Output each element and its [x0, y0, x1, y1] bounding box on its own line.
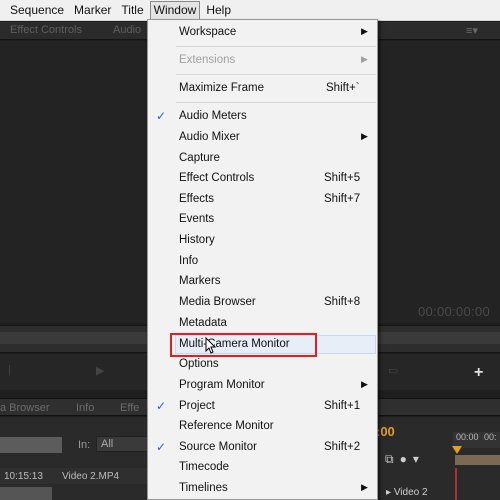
menu-item-audio-mixer[interactable]: Audio Mixer ▶ [148, 128, 377, 148]
menu-item-label: Extensions [179, 54, 236, 66]
menu-item-shortcut: Shift+7 [324, 193, 361, 205]
menu-item-markers[interactable]: Markers [148, 272, 377, 292]
monitor-timecode: 00:00:00:00 [418, 304, 490, 319]
chevron-right-icon: ▶ [361, 131, 368, 141]
work-area-bar[interactable] [455, 455, 500, 465]
menu-item-audio-meters[interactable]: ✓ Audio Meters [148, 107, 377, 127]
menu-sequence[interactable]: Sequence [6, 1, 68, 20]
menu-item-label: Metadata [179, 317, 227, 329]
menu-item-label: Timelines [179, 482, 228, 494]
project-search-input[interactable] [0, 437, 62, 453]
menu-item-effects[interactable]: Effects Shift+7 [148, 190, 377, 210]
menu-item-label: Timecode [179, 461, 230, 473]
menu-item-media-browser[interactable]: Media Browser Shift+8 [148, 293, 377, 313]
asset-name[interactable]: Video 2.MP4 [62, 471, 119, 482]
check-icon: ✓ [156, 440, 167, 454]
menu-item-metadata[interactable]: Metadata [148, 314, 377, 334]
menu-item-project[interactable]: ✓ Project Shift+1 [148, 397, 377, 417]
menu-item-info[interactable]: Info [148, 252, 377, 272]
tab-media-browser[interactable]: a Browser [0, 402, 50, 414]
menu-item-extensions: Extensions ▶ [148, 51, 377, 71]
tab-effect-controls[interactable]: Effect Controls [10, 24, 82, 36]
menu-item-label: Info [179, 255, 199, 267]
menu-separator [176, 102, 376, 103]
menu-item-workspace[interactable]: Workspace ▶ [148, 23, 377, 43]
menu-item-label: Audio Meters [179, 110, 247, 122]
menu-item-label: Media Browser [179, 296, 256, 308]
menu-window[interactable]: Window [149, 0, 201, 20]
menu-item-label: Audio Mixer [179, 131, 240, 143]
menu-separator [176, 74, 376, 75]
annotation-highlight-box [170, 333, 317, 357]
asset-duration: 10:15:13 [4, 471, 43, 482]
menu-help[interactable]: Help [202, 1, 235, 20]
panel-menu-icon[interactable]: ≡▾ [466, 24, 478, 37]
menu-item-options[interactable]: Options [148, 355, 377, 375]
menu-item-events[interactable]: Events [148, 210, 377, 230]
add-button[interactable]: + [474, 364, 483, 382]
menu-separator [176, 46, 376, 47]
window-menu: Workspace ▶ Extensions ▶ Maximize Frame … [147, 19, 378, 500]
menu-item-label: Capture [179, 152, 220, 164]
menu-item-maximize-frame[interactable]: Maximize Frame Shift+` [148, 79, 377, 99]
in-filter-select[interactable]: All [96, 436, 148, 452]
chevron-right-icon: ▶ [361, 482, 368, 492]
check-icon: ✓ [156, 399, 167, 413]
menu-title[interactable]: Title [117, 1, 147, 20]
timeline-tools-icon[interactable]: ⧉●▾ [385, 452, 425, 467]
menu-item-label: Source Monitor [179, 441, 257, 453]
timeline-ruler-next: 00: [484, 432, 497, 442]
menu-marker[interactable]: Marker [70, 1, 115, 20]
menu-item-shortcut: Shift+1 [324, 400, 361, 412]
tab-effects[interactable]: Effe [120, 402, 139, 414]
chevron-right-icon: ▶ [361, 26, 368, 36]
menu-item-label: Effects [179, 193, 214, 205]
menu-item-label: Markers [179, 275, 221, 287]
timeline-timecode[interactable]: :00 [376, 424, 395, 439]
menu-item-effect-controls[interactable]: Effect Controls Shift+5 [148, 169, 377, 189]
menu-item-capture[interactable]: Capture [148, 149, 377, 169]
export-frame-icon[interactable]: ▭ [388, 364, 398, 377]
project-scrollbar[interactable] [0, 487, 52, 500]
in-label: In: [78, 439, 91, 451]
play-icon[interactable]: ▶ [96, 364, 104, 377]
menu-item-label: Program Monitor [179, 379, 265, 391]
menu-item-shortcut: Shift+8 [324, 296, 361, 308]
menu-item-label: History [179, 234, 215, 246]
track-name: Video 2 [393, 487, 428, 498]
menu-item-timelines[interactable]: Timelines ▶ [148, 479, 377, 499]
step-back-icon[interactable]: | [8, 364, 11, 376]
menu-item-label: Project [179, 400, 215, 412]
chevron-right-icon: ▶ [361, 54, 368, 64]
tab-audio[interactable]: Audio [113, 24, 141, 36]
check-icon: ✓ [156, 109, 167, 123]
menu-item-shortcut: Shift+2 [324, 441, 361, 453]
chevron-right-icon: ▶ [361, 379, 368, 389]
menu-item-timecode[interactable]: Timecode [148, 458, 377, 478]
tab-info[interactable]: Info [76, 402, 94, 414]
playhead-icon[interactable] [452, 446, 462, 454]
menu-item-program-monitor[interactable]: Program Monitor ▶ [148, 376, 377, 396]
menu-item-label: Options [179, 358, 219, 370]
menu-item-label: Events [179, 213, 215, 225]
playhead-line [455, 468, 457, 500]
menubar: Sequence Marker Title Window Help [0, 0, 500, 21]
pointer-cursor-icon [205, 337, 217, 354]
track-label: ▸ Video 2 [386, 487, 428, 498]
menu-item-label: Maximize Frame [179, 82, 264, 94]
menu-item-source-monitor[interactable]: ✓ Source Monitor Shift+2 [148, 438, 377, 458]
menu-item-shortcut: Shift+5 [324, 172, 361, 184]
menu-item-history[interactable]: History [148, 231, 377, 251]
menu-item-shortcut: Shift+` [326, 82, 360, 94]
menu-item-label: Reference Monitor [179, 420, 274, 432]
menu-item-reference-monitor[interactable]: Reference Monitor [148, 417, 377, 437]
menu-item-label: Workspace [179, 26, 237, 38]
menu-item-label: Effect Controls [179, 172, 255, 184]
